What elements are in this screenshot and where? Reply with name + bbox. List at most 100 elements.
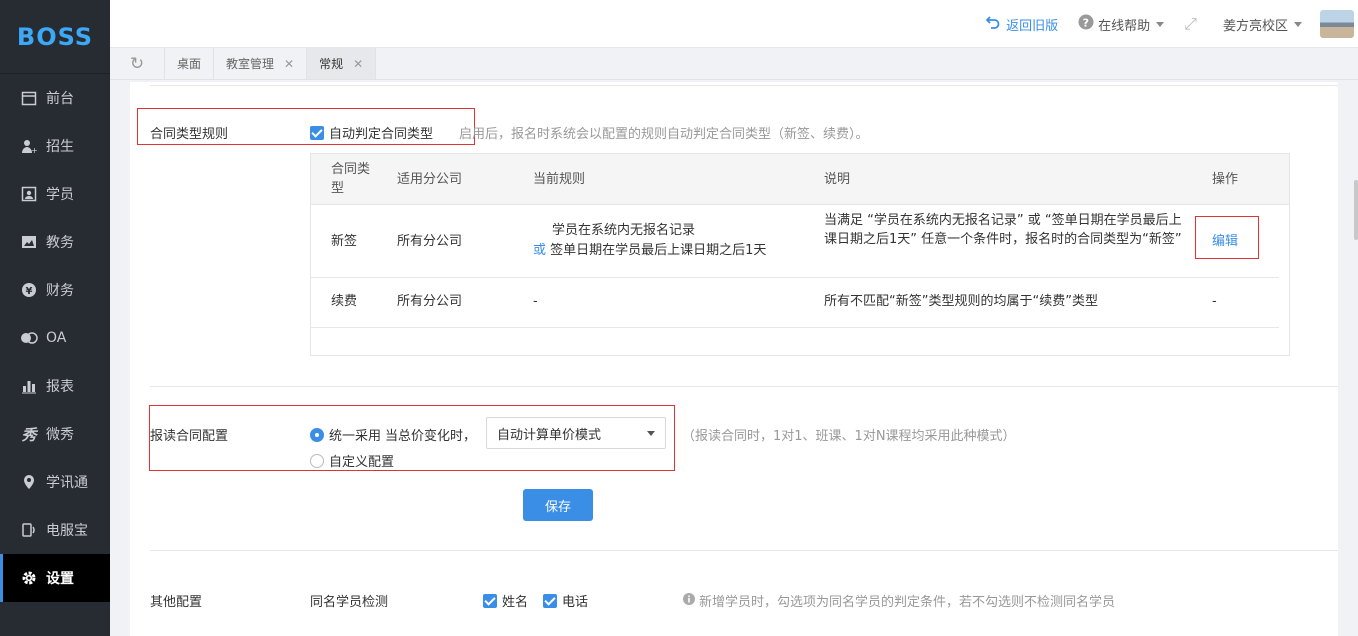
- radio-selected-icon: [310, 427, 324, 442]
- svg-text:?: ?: [1083, 16, 1089, 29]
- bar-chart-icon: [20, 377, 38, 395]
- radio-unselected-icon: [310, 453, 324, 468]
- cell-rule-line2: 或 签单日期在学员最后上课日期之后1天: [533, 241, 766, 260]
- auto-contract-type-checkbox[interactable]: 自动判定合同类型: [310, 123, 433, 142]
- sidebar-item-settings[interactable]: 设置: [0, 554, 110, 602]
- column-header-action: 操作: [1212, 172, 1239, 187]
- online-help-label: 在线帮助: [1098, 18, 1151, 34]
- weixiu-icon: 秀: [21, 425, 37, 444]
- chevron-down-icon: [1294, 21, 1302, 27]
- sidebar-item-academic[interactable]: 教务: [0, 218, 110, 266]
- cell-desc: 所有不匹配“新签”类型规则的均属于“续费”类型: [824, 294, 1098, 309]
- sidebar-item-label: 前台: [46, 91, 74, 107]
- tab-label: 桌面: [177, 57, 202, 71]
- cell-branch: 所有分公司: [397, 294, 463, 309]
- radio-custom[interactable]: 自定义配置: [310, 451, 394, 470]
- sidebar-item-weixiu[interactable]: 秀 微秀: [0, 410, 110, 458]
- back-old-version-link[interactable]: 返回旧版: [985, 14, 1058, 34]
- auto-contract-type-label: 自动判定合同类型: [329, 127, 434, 142]
- column-header-branch: 适用分公司: [397, 172, 463, 187]
- sidebar-item-reports[interactable]: 报表: [0, 362, 110, 410]
- tab-desktop[interactable]: 桌面: [165, 48, 215, 79]
- check-by-phone-checkbox[interactable]: 电话: [543, 591, 588, 610]
- avatar[interactable]: [1320, 10, 1354, 38]
- rule-line2-text: 签单日期在学员最后上课日期之后1天: [550, 243, 767, 258]
- cell-branch: 所有分公司: [397, 234, 463, 249]
- oa-icon: [20, 329, 38, 347]
- column-header-type: 合同类型: [331, 162, 371, 196]
- undo-icon: [985, 14, 1001, 34]
- sidebar-item-label: 财务: [46, 283, 74, 299]
- cell-rule: -: [533, 294, 538, 309]
- divider: [150, 550, 1338, 551]
- campus-selector[interactable]: 姜方亮校区: [1223, 15, 1312, 34]
- cell-desc: 当满足 “学员在系统内无报名记录” 或 “签单日期在学员最后上课日期之后1天” …: [824, 213, 1182, 247]
- student-card-icon: [20, 185, 38, 203]
- divider: [150, 85, 1338, 86]
- close-icon[interactable]: ✕: [353, 57, 363, 71]
- svg-text:+: +: [31, 146, 37, 154]
- sidebar-item-dianfubao[interactable]: 电服宝: [0, 506, 110, 554]
- sidebar: BOSS 前台 + 招生 学员 教务 ¥ 财务 OA 报表 秀 微秀 学讯通 电…: [0, 0, 110, 636]
- row-divider: [311, 327, 1279, 328]
- gear-icon: [20, 569, 38, 587]
- column-header-rule: 当前规则: [533, 172, 586, 187]
- sidebar-item-label: 学讯通: [46, 475, 88, 491]
- sidebar-item-label: 报表: [46, 379, 74, 395]
- scrollbar[interactable]: [1354, 180, 1358, 240]
- checkbox-checked-icon: [310, 125, 324, 140]
- cell-type: 新签: [331, 234, 358, 249]
- contract-type-section-label: 合同类型规则: [150, 127, 229, 142]
- radio-unified-label: 统一采用: [329, 429, 382, 444]
- checkbox-checked-icon: [543, 593, 557, 608]
- check-by-phone-label: 电话: [562, 595, 589, 610]
- tab-general[interactable]: 常规 ✕: [307, 48, 377, 79]
- sidebar-item-students[interactable]: 学员: [0, 170, 110, 218]
- sidebar-item-enroll[interactable]: + 招生: [0, 122, 110, 170]
- top-header: 返回旧版 ? 在线帮助 ⤢ 姜方亮校区: [110, 0, 1358, 48]
- other-config-section-label: 其他配置: [150, 595, 203, 610]
- sidebar-item-oa[interactable]: OA: [0, 314, 110, 362]
- sidebar-item-label: 教务: [46, 235, 74, 251]
- chevron-down-icon: [1156, 21, 1165, 27]
- tab-label: 教室管理: [226, 57, 275, 71]
- chevron-down-icon: [647, 431, 655, 436]
- yen-icon: ¥: [20, 281, 38, 299]
- location-pin-icon: [20, 473, 38, 491]
- contract-type-hint: 启用后，报名时系统会以配置的规则自动判定合同类型（新签、续费）。: [459, 127, 869, 142]
- info-icon: [683, 592, 695, 609]
- sidebar-item-frontdesk[interactable]: 前台: [0, 74, 110, 122]
- row-divider: [311, 277, 1279, 278]
- duplicate-check-hint-text: 新增学员时，勾选项为同名学员的判定条件，若不勾选则不检测同名学员: [699, 595, 1116, 610]
- check-by-name-label: 姓名: [502, 595, 529, 610]
- question-icon: ?: [1078, 14, 1094, 34]
- sidebar-item-label: 学员: [46, 187, 74, 203]
- back-old-version-label: 返回旧版: [1006, 18, 1059, 34]
- check-by-name-checkbox[interactable]: 姓名: [483, 591, 528, 610]
- duplicate-student-check-label: 同名学员检测: [310, 595, 389, 610]
- cell-type: 续费: [331, 294, 358, 309]
- svg-text:¥: ¥: [26, 286, 33, 297]
- price-mode-select[interactable]: 自动计算单价模式: [486, 417, 666, 449]
- edit-link[interactable]: 编辑: [1212, 232, 1238, 251]
- sidebar-item-label: 设置: [46, 571, 74, 587]
- refresh-icon[interactable]: ↻: [110, 48, 165, 79]
- settings-content: 合同类型规则 自动判定合同类型 启用后，报名时系统会以配置的规则自动判定合同类型…: [130, 82, 1338, 636]
- close-icon[interactable]: ✕: [284, 57, 294, 71]
- tab-classroom-management[interactable]: 教室管理 ✕: [214, 48, 308, 79]
- column-header-desc: 说明: [824, 172, 851, 187]
- phone-icon: [20, 521, 38, 539]
- table-header: 合同类型 适用分公司 当前规则 说明 操作: [311, 154, 1289, 205]
- radio-unified[interactable]: 统一采用 当总价变化时，: [310, 425, 476, 444]
- cell-action: -: [1212, 294, 1217, 309]
- campus-label: 姜方亮校区: [1222, 18, 1288, 34]
- save-button[interactable]: 保存: [523, 489, 593, 521]
- sidebar-item-xuexuntong[interactable]: 学讯通: [0, 458, 110, 506]
- app-logo[interactable]: BOSS: [0, 0, 110, 74]
- tab-bar: ↻ 桌面 教室管理 ✕ 常规 ✕: [110, 48, 1358, 80]
- sidebar-item-finance[interactable]: ¥ 财务: [0, 266, 110, 314]
- cell-rule-line1: 学员在系统内无报名记录: [552, 223, 696, 238]
- online-help-menu[interactable]: ? 在线帮助: [1078, 14, 1165, 34]
- checkbox-checked-icon: [483, 593, 497, 608]
- fullscreen-icon[interactable]: ⤢: [1184, 14, 1197, 34]
